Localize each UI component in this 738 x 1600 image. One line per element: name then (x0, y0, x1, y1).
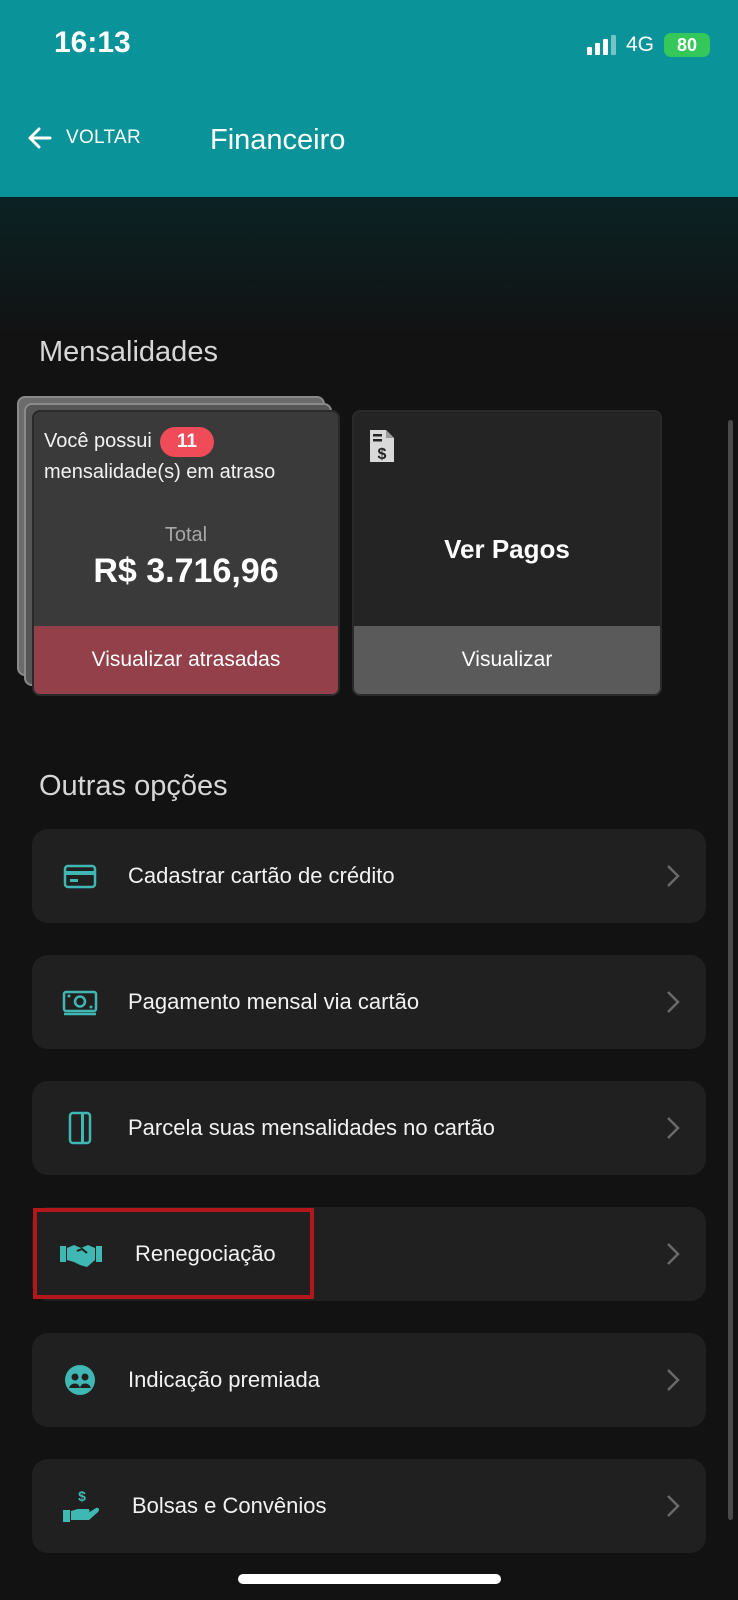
money-bill-icon (62, 990, 98, 1016)
section-title-other-options: Outras opções (39, 770, 228, 802)
option-referral-reward[interactable]: Indicação premiada (32, 1333, 706, 1427)
paid-card: $ Ver Pagos Visualizar (352, 410, 662, 696)
chevron-right-icon (667, 1117, 680, 1139)
view-paid-button[interactable]: Visualizar (354, 626, 660, 694)
chevron-right-icon (667, 991, 680, 1013)
back-label: VOLTAR (66, 127, 141, 148)
svg-text:$: $ (78, 1488, 86, 1504)
option-label: Renegociação (135, 1241, 276, 1266)
chevron-right-icon (667, 1495, 680, 1517)
option-scholarships-agreements[interactable]: $ Bolsas e Convênios (32, 1459, 706, 1553)
credit-card-icon (63, 864, 97, 889)
overdue-text-before: Você possui (44, 430, 152, 452)
total-value: R$ 3.716,96 (93, 552, 279, 590)
view-overdue-button[interactable]: Visualizar atrasadas (34, 626, 338, 694)
status-indicators: 4G 80 (586, 32, 710, 58)
signal-icon (586, 35, 616, 55)
option-label: Pagamento mensal via cartão (128, 989, 420, 1014)
users-circle-icon (65, 1365, 95, 1395)
handshake-icon (60, 1245, 102, 1267)
option-label: Bolsas e Convênios (132, 1493, 327, 1518)
home-indicator[interactable] (238, 1574, 501, 1584)
scrollbar[interactable] (728, 420, 733, 1520)
overdue-text-after: mensalidade(s) em atraso (44, 461, 276, 483)
card-vertical-icon (68, 1111, 92, 1145)
option-installments-card[interactable]: Parcela suas mensalidades no cartão (32, 1081, 706, 1175)
overdue-count-badge: 11 (159, 426, 214, 457)
section-title-mensalidades: Mensalidades (39, 336, 218, 368)
option-label: Cadastrar cartão de crédito (128, 863, 395, 888)
paid-card-body[interactable]: $ Ver Pagos (354, 412, 660, 628)
chevron-right-icon (667, 1369, 680, 1391)
status-time: 16:13 (54, 26, 131, 59)
app-header: 16:13 4G 80 VOLTAR Financeiro (0, 0, 738, 197)
overdue-card: Você possui 11 mensalidade(s) em atraso T… (32, 410, 340, 696)
back-button[interactable]: VOLTAR (26, 124, 141, 152)
option-monthly-card-payment[interactable]: Pagamento mensal via cartão (32, 955, 706, 1049)
battery-level: 80 (676, 34, 698, 55)
network-type: 4G (625, 33, 654, 56)
chevron-right-icon (667, 865, 680, 887)
hand-dollar-icon: $ (63, 1488, 100, 1522)
page-title: Financeiro (210, 124, 346, 156)
option-register-credit-card[interactable]: Cadastrar cartão de crédito (32, 829, 706, 923)
option-label: Parcela suas mensalidades no cartão (128, 1115, 495, 1140)
arrow-left-icon (28, 127, 52, 149)
paid-card-title: Ver Pagos (444, 534, 570, 564)
svg-text:$: $ (378, 446, 387, 463)
option-label: Indicação premiada (128, 1367, 321, 1392)
chevron-right-icon (667, 1243, 680, 1265)
total-label: Total (164, 524, 208, 546)
battery-icon: 80 (664, 33, 710, 57)
option-renegotiation[interactable]: Renegociação (32, 1207, 706, 1301)
overdue-card-body: Você possui 11 mensalidade(s) em atraso T… (34, 412, 338, 628)
invoice-dollar-icon: $ (370, 430, 394, 463)
overdue-message: Você possui 11 mensalidade(s) em atraso (44, 426, 275, 488)
header-shadow (0, 197, 738, 337)
